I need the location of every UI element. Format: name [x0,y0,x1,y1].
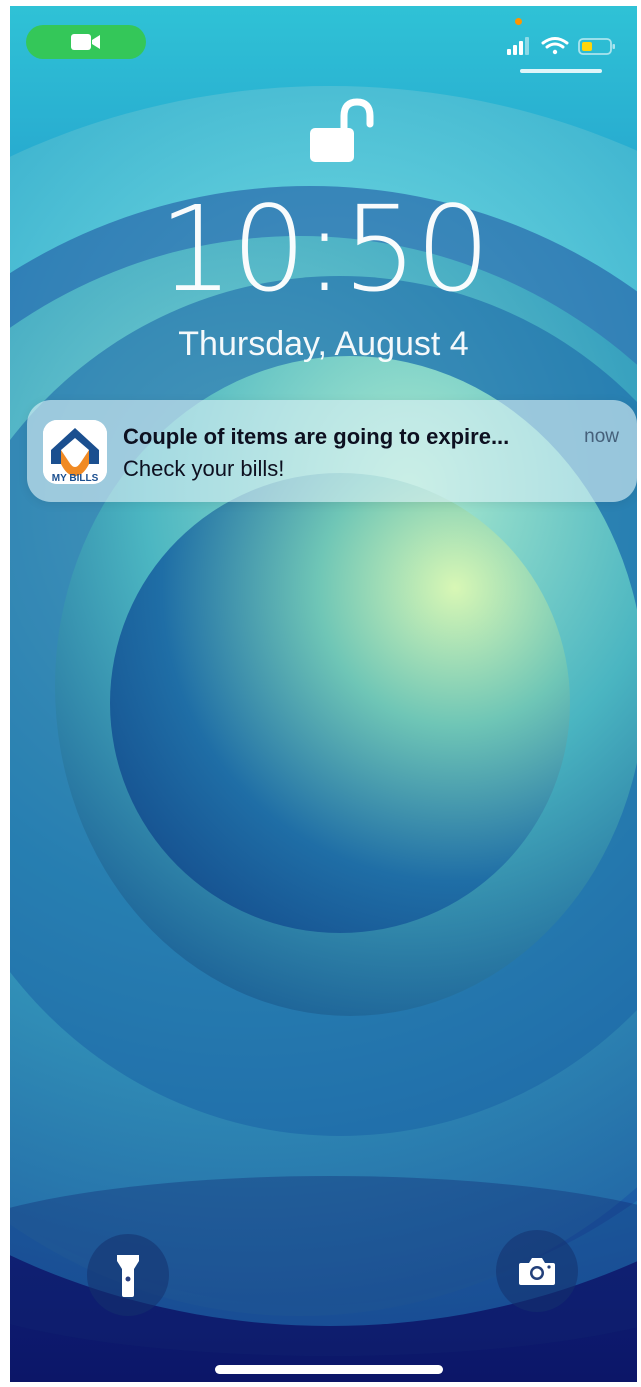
lock-screen: 10:50 Thursday, August 4 MY BILLS Couple… [10,6,637,1382]
status-icons [507,37,615,55]
camera-icon [519,1258,555,1285]
video-camera-icon [71,34,100,50]
app-icon-label: MY BILLS [52,473,99,484]
flashlight-icon [117,1255,139,1297]
notification-time: now [584,426,619,447]
call-indicator-pill[interactable] [26,25,146,59]
notification-card[interactable]: MY BILLS Couple of items are going to ex… [27,400,637,502]
battery-icon [578,38,615,55]
wifi-icon [541,37,569,55]
privacy-indicator-dot [515,18,522,25]
lock-screen-time: 10:50 [158,180,490,318]
notification-title: Couple of items are going to expire... [123,424,510,449]
camera-button[interactable] [496,1230,578,1312]
flashlight-button[interactable] [87,1234,169,1316]
notification-body: Check your bills! [123,456,285,481]
home-indicator[interactable] [215,1365,443,1374]
lock-screen-date: Thursday, August 4 [178,325,469,363]
cellular-signal-icon [507,37,529,55]
status-bar-indicator-line [520,69,602,73]
my-bills-app-icon: MY BILLS [43,420,107,484]
unlocked-padlock-icon [310,98,374,162]
